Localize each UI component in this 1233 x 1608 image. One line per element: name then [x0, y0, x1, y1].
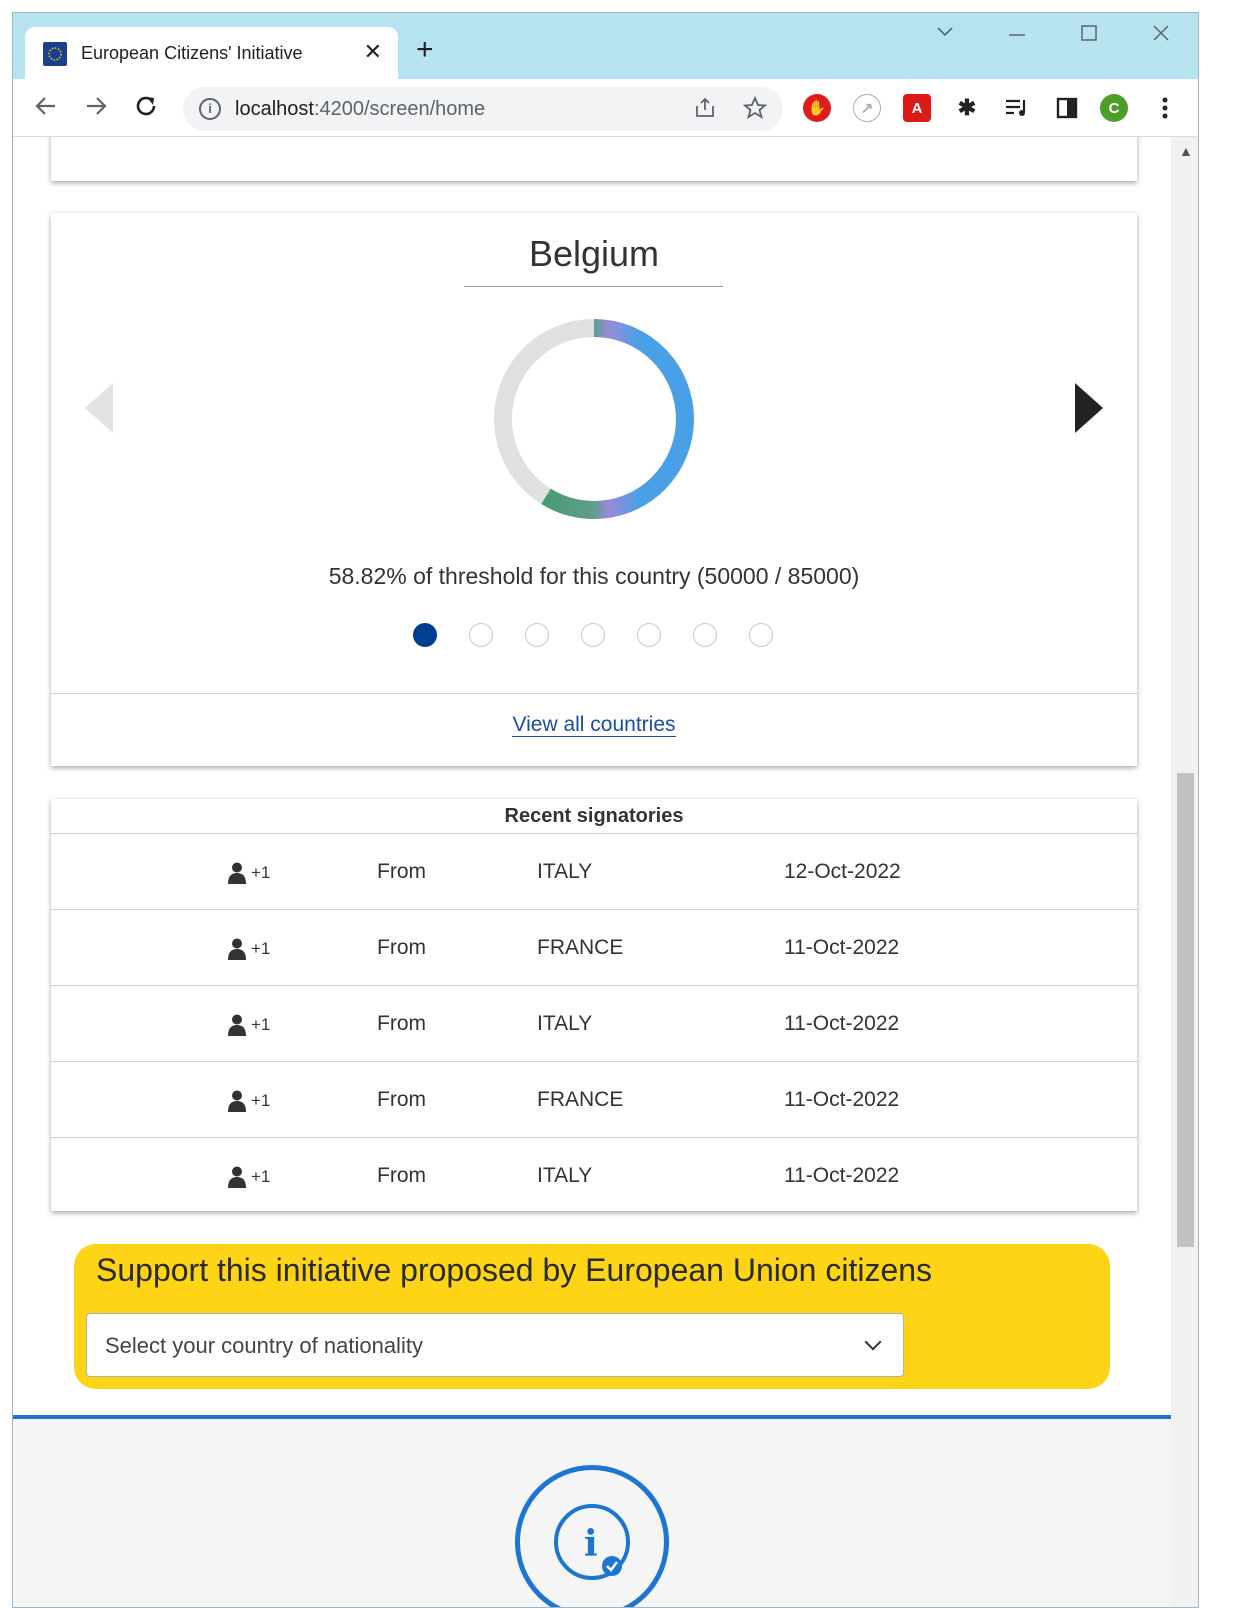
- signatory-row: +1 From ITALY 11-Oct-2022: [51, 1137, 1137, 1213]
- info-check-icon: i: [515, 1465, 669, 1607]
- back-icon[interactable]: [33, 93, 59, 124]
- share-icon[interactable]: [693, 96, 717, 126]
- angular-extension-icon[interactable]: A: [903, 94, 931, 122]
- maximize-icon[interactable]: [1079, 23, 1099, 49]
- signatory-country: FRANCE: [537, 936, 624, 959]
- support-initiative-banner: Support this initiative proposed by Euro…: [74, 1244, 1110, 1389]
- tab-title: European Citizens' Initiative: [81, 43, 303, 63]
- new-tab-button[interactable]: +: [416, 35, 434, 65]
- tab-close-icon[interactable]: ✕: [364, 39, 382, 65]
- tab-bar: European Citizens' Initiative ✕ +: [13, 13, 1198, 79]
- user-icon: [227, 938, 247, 965]
- signatory-country: ITALY: [537, 1012, 593, 1035]
- signatory-row: +1 From FRANCE 11-Oct-2022: [51, 1061, 1137, 1137]
- chevron-down-icon: [864, 1333, 882, 1351]
- tab-search-icon[interactable]: [935, 21, 955, 47]
- site-info-icon[interactable]: i: [199, 98, 221, 120]
- signatory-country: FRANCE: [537, 1088, 624, 1111]
- signatory-date: 11-Oct-2022: [784, 1164, 900, 1187]
- browser-menu-icon[interactable]: [1151, 94, 1179, 122]
- view-all-container: View all countries: [51, 713, 1137, 737]
- user-icon: [227, 1166, 247, 1193]
- from-label: From: [377, 1012, 426, 1035]
- signatory-country: ITALY: [537, 1164, 593, 1187]
- carousel-dot[interactable]: [693, 623, 717, 647]
- url-text[interactable]: localhost:4200/screen/home: [235, 98, 485, 121]
- signatory-count: +1: [251, 1091, 271, 1110]
- minimize-icon[interactable]: [1007, 23, 1027, 49]
- signatory-country: ITALY: [537, 860, 593, 883]
- profile-avatar[interactable]: C: [1100, 94, 1128, 122]
- previous-card: [51, 137, 1137, 181]
- extensions-puzzle-icon[interactable]: ✱: [953, 94, 981, 122]
- adblock-extension-icon[interactable]: ✋: [803, 94, 831, 122]
- carousel-dot[interactable]: [637, 623, 661, 647]
- select-placeholder: Select your country of nationality: [105, 1333, 423, 1358]
- user-icon: [227, 1014, 247, 1041]
- support-title: Support this initiative proposed by Euro…: [96, 1252, 933, 1288]
- browser-toolbar: i localhost:4200/screen/home ✋ ↗ A ✱ C: [13, 79, 1198, 137]
- country-title: Belgium: [528, 233, 660, 274]
- view-all-countries-link[interactable]: View all countries: [512, 713, 676, 737]
- signatory-row: +1 From FRANCE 11-Oct-2022: [51, 909, 1137, 985]
- signatory-count: +1: [251, 939, 271, 958]
- signatory-count: +1: [251, 863, 271, 882]
- title-underline: [464, 286, 723, 287]
- forward-icon[interactable]: [83, 93, 109, 124]
- carousel-dot[interactable]: [749, 623, 773, 647]
- signatory-date: 11-Oct-2022: [784, 1012, 900, 1035]
- carousel-next-arrow-icon[interactable]: [1075, 383, 1103, 433]
- signatory-count: +1: [251, 1015, 271, 1034]
- tab-active[interactable]: European Citizens' Initiative ✕: [25, 27, 398, 79]
- recent-signatories-title: Recent signatories: [504, 805, 684, 827]
- carousel-dot[interactable]: [581, 623, 605, 647]
- url-path: :4200/screen/home: [313, 98, 486, 120]
- nationality-select[interactable]: Select your country of nationality: [86, 1313, 904, 1377]
- side-panel-icon[interactable]: [1053, 94, 1081, 122]
- carousel-dot[interactable]: [469, 623, 493, 647]
- page-viewport: Belgium 58.82% of threshold for this cou…: [13, 137, 1171, 1607]
- svg-text:i: i: [584, 1523, 598, 1565]
- carousel-prev-arrow-icon[interactable]: [85, 383, 113, 433]
- address-bar[interactable]: i localhost:4200/screen/home: [183, 87, 783, 131]
- country-progress-card: Belgium 58.82% of threshold for this cou…: [51, 213, 1137, 766]
- url-host: localhost: [235, 98, 314, 120]
- carousel-dot[interactable]: [413, 623, 437, 647]
- signatory-row: +1 From ITALY 12-Oct-2022: [51, 833, 1137, 909]
- media-control-icon[interactable]: [1003, 94, 1031, 122]
- from-label: From: [377, 1088, 426, 1111]
- from-label: From: [377, 936, 426, 959]
- scroll-thumb[interactable]: [1177, 773, 1194, 1247]
- signatory-count: +1: [251, 1167, 271, 1186]
- signatory-date: 11-Oct-2022: [784, 936, 900, 959]
- compass-extension-icon[interactable]: ↗: [853, 94, 881, 122]
- card-divider: [51, 693, 1137, 694]
- user-icon: [227, 862, 247, 889]
- signatory-row: +1 From ITALY 11-Oct-2022: [51, 985, 1137, 1061]
- recent-signatories-card: Recent signatories +1 From ITALY 12-Oct-202…: [51, 799, 1137, 1211]
- footer: i: [13, 1419, 1171, 1607]
- bookmark-star-icon[interactable]: [742, 95, 768, 126]
- close-window-icon[interactable]: [1151, 23, 1171, 49]
- from-label: From: [377, 860, 426, 883]
- user-icon: [227, 1090, 247, 1117]
- carousel-dot[interactable]: [525, 623, 549, 647]
- scroll-up-arrow-icon[interactable]: ▲: [1179, 143, 1193, 159]
- reload-icon[interactable]: [133, 93, 159, 124]
- signatory-date: 12-Oct-2022: [784, 860, 901, 883]
- carousel-dots: [413, 623, 773, 649]
- browser-window: European Citizens' Initiative ✕ + i loca…: [12, 12, 1199, 1608]
- eu-flag-icon: [43, 42, 67, 66]
- signatory-date: 11-Oct-2022: [784, 1088, 900, 1111]
- progress-donut-chart: [494, 319, 694, 519]
- page-scrollbar[interactable]: ▲: [1171, 137, 1198, 1607]
- threshold-text: 58.82% of threshold for this country (50…: [328, 563, 860, 589]
- from-label: From: [377, 1164, 426, 1187]
